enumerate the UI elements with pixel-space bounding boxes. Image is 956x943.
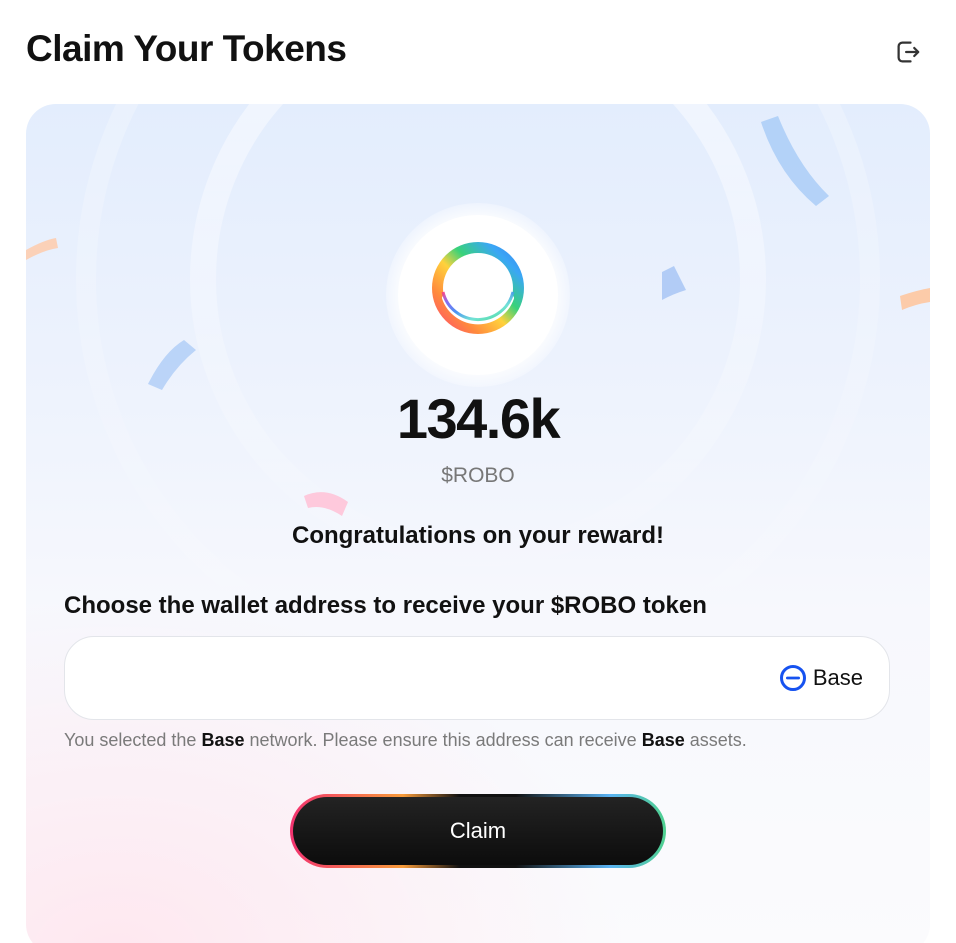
network-selector[interactable]: Base — [779, 664, 863, 692]
logout-button[interactable] — [890, 34, 926, 70]
token-logo — [383, 200, 573, 390]
claim-button[interactable]: Claim — [293, 797, 663, 865]
page-title: Claim Your Tokens — [26, 28, 347, 69]
claim-page: Claim Your Tokens 134.6k $ROBO Congratul… — [0, 0, 956, 943]
header: Claim Your Tokens — [0, 0, 956, 100]
note-prefix: You selected the — [64, 730, 202, 750]
token-symbol: $ROBO — [441, 464, 515, 487]
note-network-name: Base — [201, 730, 245, 750]
wallet-label: Choose the wallet address to receive you… — [64, 592, 707, 619]
note-suffix: assets. — [684, 730, 747, 750]
claim-card: 134.6k $ROBO Congratulations on your rew… — [26, 104, 930, 943]
base-network-icon — [779, 665, 806, 691]
wallet-address-field: Base — [64, 636, 890, 720]
note-network-name-2: Base — [641, 730, 685, 750]
robo-ring-logo — [386, 203, 570, 387]
logout-icon — [897, 41, 920, 63]
note-middle: network. Please ensure this address can … — [244, 730, 642, 750]
congrats-message: Congratulations on your reward! — [291, 522, 665, 549]
claim-button-border: Claim — [290, 794, 666, 868]
network-name: Base — [812, 665, 863, 690]
network-note: You selected the Base network. Please en… — [64, 730, 747, 751]
reward-amount: 134.6k — [396, 387, 561, 450]
wallet-address-input[interactable] — [89, 659, 733, 701]
